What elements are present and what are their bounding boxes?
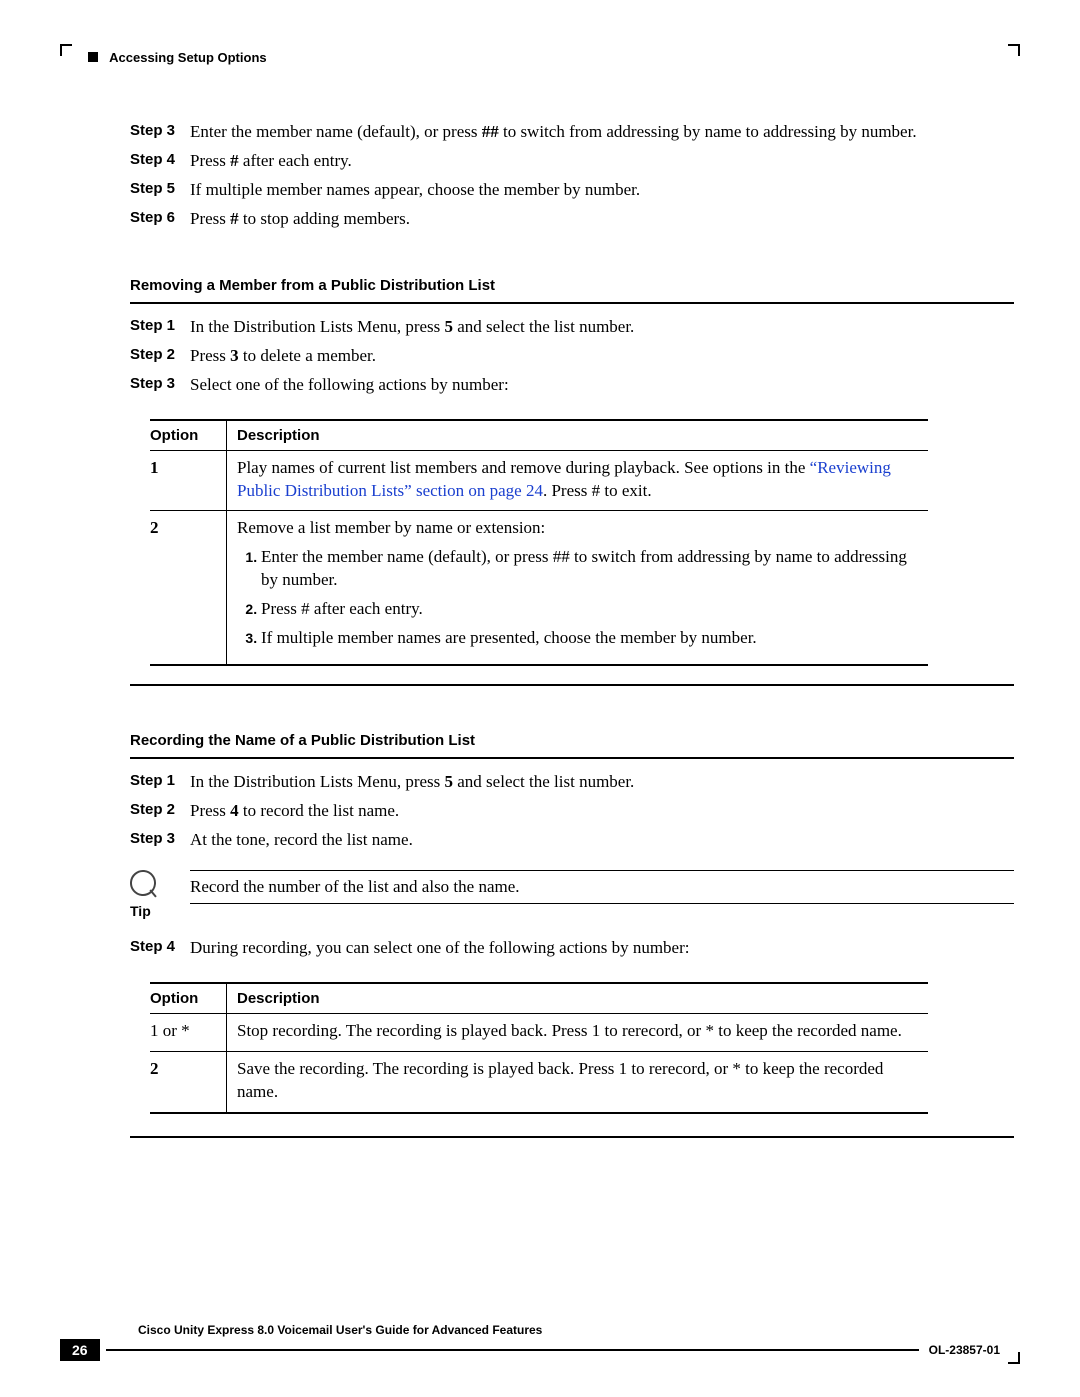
tip-label: Tip (130, 903, 190, 919)
rule (130, 302, 1014, 304)
crop-mark-tr (1008, 44, 1020, 56)
step-label: Step 1 (130, 771, 190, 794)
step-text: Select one of the following actions by n… (190, 374, 1014, 397)
table-row: 1 Play names of current list members and… (150, 450, 928, 511)
step-row: Step 3 Select one of the following actio… (130, 374, 1014, 397)
document-id: OL-23857-01 (929, 1343, 1000, 1357)
col-description: Description (227, 983, 928, 1014)
cell-option: 1 or * (150, 1013, 227, 1051)
step-label: Step 3 (130, 829, 190, 852)
step-row: Step 6 Press # to stop adding members. (130, 208, 1014, 231)
table-row: 1 or * Stop recording. The recording is … (150, 1013, 928, 1051)
page-footer: Cisco Unity Express 8.0 Voicemail User's… (60, 1323, 1020, 1361)
step-row: Step 1 In the Distribution Lists Menu, p… (130, 316, 1014, 339)
list-item: If multiple member names are presented, … (261, 627, 920, 650)
tip-block: Tip Record the number of the list and al… (130, 870, 1014, 919)
step-text: If multiple member names appear, choose … (190, 179, 1014, 202)
cell-description: Stop recording. The recording is played … (227, 1013, 928, 1051)
step-row: Step 3 Enter the member name (default), … (130, 121, 1014, 144)
tip-icon (125, 865, 162, 902)
step-text: Press 4 to record the list name. (190, 800, 1014, 823)
running-head: Accessing Setup Options (88, 50, 1020, 65)
step-label: Step 2 (130, 800, 190, 823)
section-heading: Removing a Member from a Public Distribu… (130, 277, 1014, 294)
step-label: Step 5 (130, 179, 190, 202)
cell-description: Play names of current list members and r… (227, 450, 928, 511)
step-text: Enter the member name (default), or pres… (190, 121, 1014, 144)
list-item: Enter the member name (default), or pres… (261, 546, 920, 592)
table-row: 2 Save the recording. The recording is p… (150, 1051, 928, 1112)
step-text: In the Distribution Lists Menu, press 5 … (190, 771, 1014, 794)
rule (130, 1136, 1014, 1138)
footer-rule (106, 1349, 919, 1351)
col-option: Option (150, 420, 227, 451)
step-row: Step 5 If multiple member names appear, … (130, 179, 1014, 202)
crop-mark-br (1008, 1352, 1020, 1364)
col-option: Option (150, 983, 227, 1014)
col-description: Description (227, 420, 928, 451)
cell-description: Save the recording. The recording is pla… (227, 1051, 928, 1112)
options-table: Option Description 1 Play names of curre… (150, 419, 928, 667)
options-table: Option Description 1 or * Stop recording… (150, 982, 928, 1114)
step-row: Step 2 Press 3 to delete a member. (130, 345, 1014, 368)
step-label: Step 3 (130, 374, 190, 397)
step-label: Step 3 (130, 121, 190, 144)
step-label: Step 6 (130, 208, 190, 231)
tip-text: Record the number of the list and also t… (190, 870, 1014, 904)
list-item: Press # after each entry. (261, 598, 920, 621)
step-label: Step 1 (130, 316, 190, 339)
step-text: During recording, you can select one of … (190, 937, 1014, 960)
step-row: Step 2 Press 4 to record the list name. (130, 800, 1014, 823)
rule (130, 757, 1014, 759)
step-label: Step 2 (130, 345, 190, 368)
page-number: 26 (60, 1339, 100, 1361)
running-head-text: Accessing Setup Options (109, 50, 266, 65)
step-row: Step 3 At the tone, record the list name… (130, 829, 1014, 852)
step-row: Step 1 In the Distribution Lists Menu, p… (130, 771, 1014, 794)
square-bullet-icon (88, 52, 98, 62)
step-text: At the tone, record the list name. (190, 829, 1014, 852)
crop-mark-tl (60, 44, 72, 56)
footer-title: Cisco Unity Express 8.0 Voicemail User's… (138, 1323, 542, 1337)
table-header-row: Option Description (150, 420, 928, 451)
step-label: Step 4 (130, 937, 190, 960)
step-row: Step 4 During recording, you can select … (130, 937, 1014, 960)
table-header-row: Option Description (150, 983, 928, 1014)
step-text: Press 3 to delete a member. (190, 345, 1014, 368)
step-row: Step 4 Press # after each entry. (130, 150, 1014, 173)
section-heading: Recording the Name of a Public Distribut… (130, 732, 1014, 749)
cell-description: Remove a list member by name or extensio… (227, 511, 928, 665)
cell-option: 1 (150, 450, 227, 511)
step-text: In the Distribution Lists Menu, press 5 … (190, 316, 1014, 339)
step-text: Press # after each entry. (190, 150, 1014, 173)
step-text: Press # to stop adding members. (190, 208, 1014, 231)
rule (130, 684, 1014, 686)
step-label: Step 4 (130, 150, 190, 173)
cell-option: 2 (150, 511, 227, 665)
sub-steps-list: Enter the member name (default), or pres… (237, 546, 920, 650)
body-content: Step 3 Enter the member name (default), … (130, 121, 1014, 1138)
cell-option: 2 (150, 1051, 227, 1112)
table-row: 2 Remove a list member by name or extens… (150, 511, 928, 665)
